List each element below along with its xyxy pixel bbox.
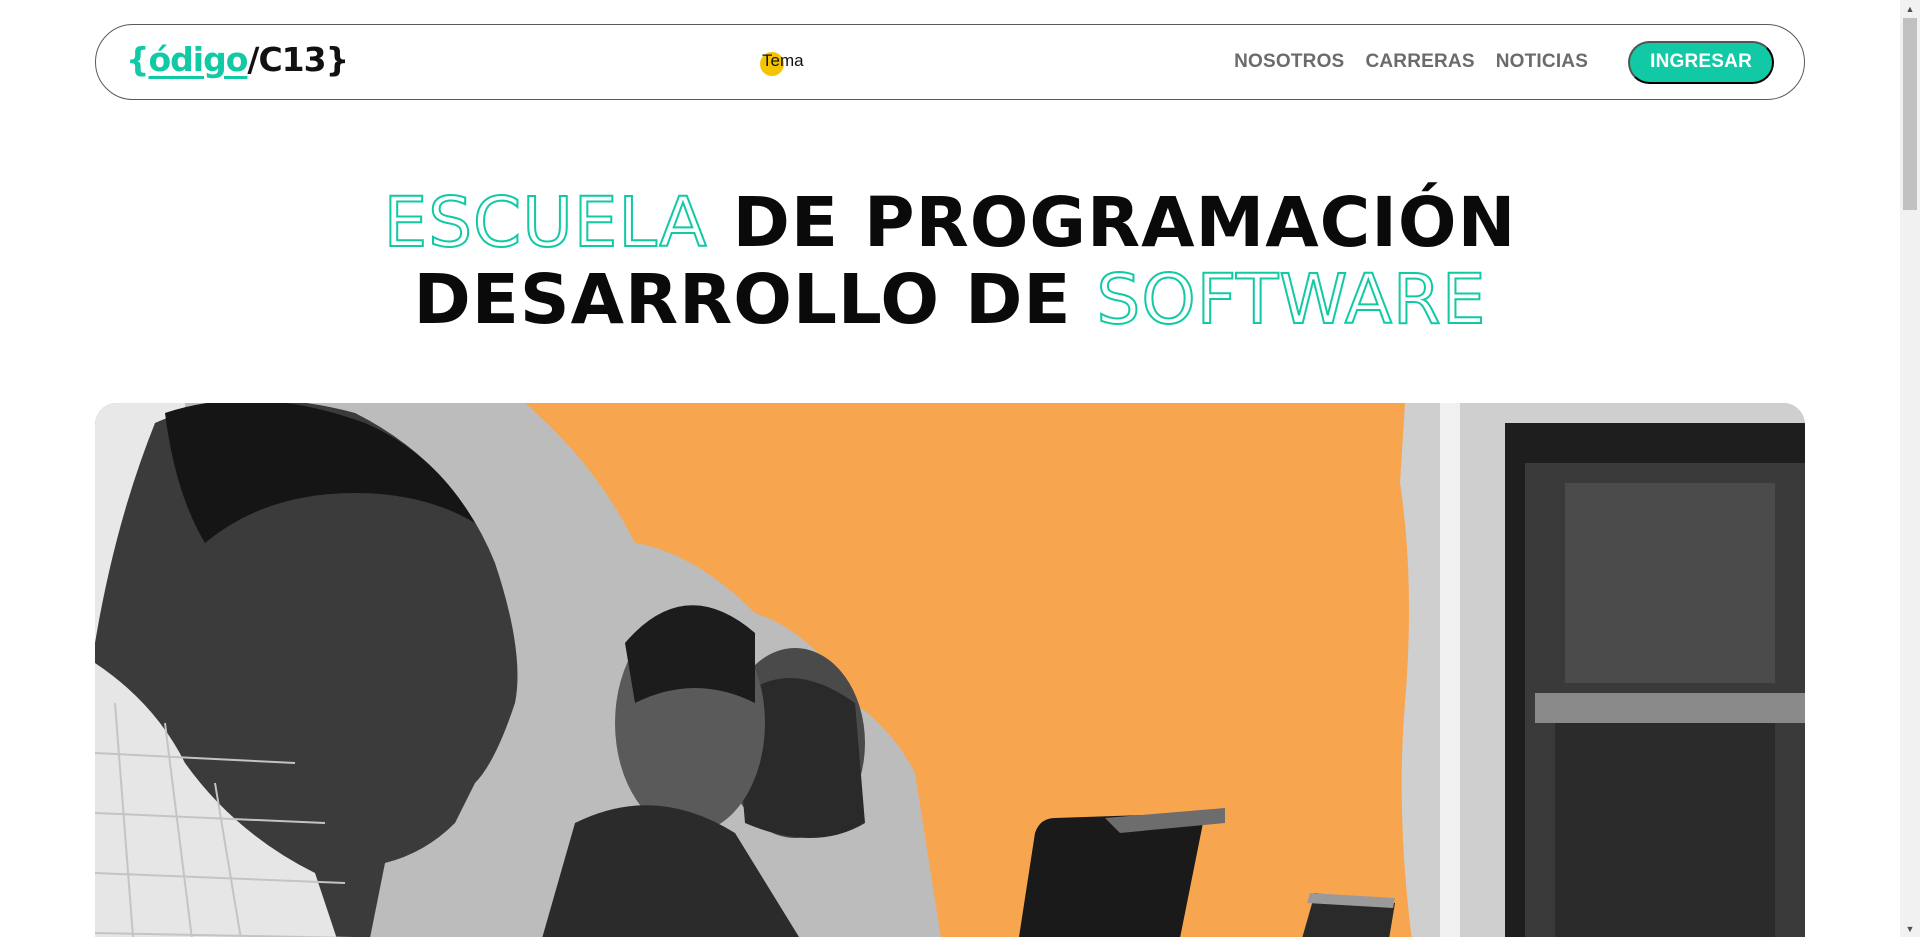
logo-open-brace: { <box>126 39 149 79</box>
hero-title-line-1: DE PROGRAMACIÓN <box>732 183 1517 263</box>
scroll-up-arrow-icon[interactable]: ▲ <box>1900 0 1920 17</box>
theme-toggle-label: Tema <box>762 51 804 70</box>
logo-slash: / <box>247 39 259 79</box>
nav-link-noticias[interactable]: NOTICIAS <box>1496 51 1588 73</box>
vertical-scrollbar[interactable]: ▲ ▼ <box>1900 0 1920 937</box>
logo-code: C13 <box>258 39 326 79</box>
scrollbar-thumb[interactable] <box>1903 18 1917 210</box>
nav-link-carreras[interactable]: CARRERAS <box>1365 51 1474 73</box>
hero-image <box>95 403 1805 937</box>
logo-brand: ódigo <box>148 39 249 79</box>
login-button[interactable]: INGRESAR <box>1628 40 1774 84</box>
hero-title: ESCUELA DE PROGRAMACIÓN DESARROLLO DE SO… <box>0 183 1900 340</box>
site-logo[interactable]: { ódigo / C13 } <box>126 37 349 81</box>
top-navbar: { ódigo / C13 } Tema NOSOTROS CARRERAS N… <box>95 24 1805 100</box>
hero-photo-illustration <box>95 403 1805 937</box>
hero-title-outline-word-1: ESCUELA <box>383 183 708 263</box>
hero-title-outline-word-2: SOFTWARE <box>1096 260 1487 340</box>
nav-link-nosotros[interactable]: NOSOTROS <box>1234 51 1344 73</box>
logo-close-brace: } <box>325 39 349 79</box>
theme-toggle[interactable]: Tema <box>760 45 820 79</box>
scroll-down-arrow-icon[interactable]: ▼ <box>1900 920 1920 937</box>
hero-title-line-2: DESARROLLO DE <box>413 260 1072 340</box>
main-nav: NOSOTROS CARRERAS NOTICIAS INGRESAR <box>1234 40 1774 84</box>
